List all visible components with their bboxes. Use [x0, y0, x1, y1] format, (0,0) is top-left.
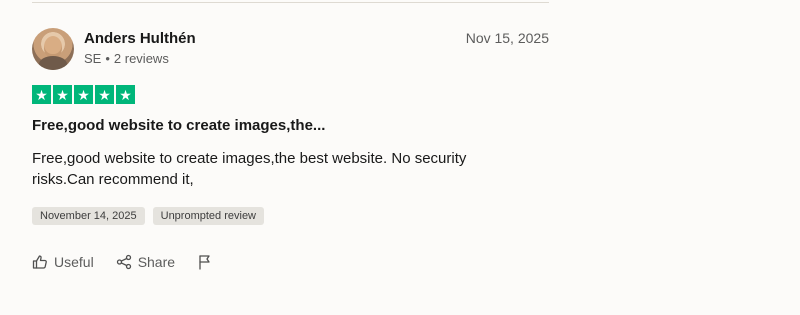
star-icon: ★ — [74, 85, 93, 104]
report-button[interactable] — [197, 254, 213, 270]
review-body: Free,good website to create images,the b… — [32, 150, 467, 188]
reviewer-meta-separator: • — [105, 50, 110, 66]
share-label[interactable]: Share — [138, 253, 175, 271]
review-title[interactable]: Free,good website to create images,the..… — [32, 116, 549, 136]
share-button[interactable]: Share — [116, 253, 175, 271]
rating-stars: ★ ★ ★ ★ ★ — [32, 85, 549, 104]
reviewer-avatar[interactable] — [32, 28, 74, 70]
star-icon: ★ — [95, 85, 114, 104]
share-icon — [116, 254, 132, 270]
review-actions: Useful Share — [32, 253, 549, 271]
reviewer-text: Anders Hulthén SE • 2 reviews — [84, 29, 196, 68]
reviewer-meta: SE • 2 reviews — [84, 50, 196, 68]
top-divider — [32, 2, 549, 3]
star-icon: ★ — [116, 85, 135, 104]
useful-label[interactable]: Useful — [54, 253, 94, 271]
star-icon: ★ — [53, 85, 72, 104]
reviewer-name[interactable]: Anders Hulthén — [84, 29, 196, 49]
review-card: Anders Hulthén SE • 2 reviews Nov 15, 20… — [32, 28, 549, 271]
useful-button[interactable]: Useful — [32, 253, 94, 271]
review-type-badge: Unprompted review — [152, 207, 264, 225]
reviewer-country: SE — [84, 50, 102, 66]
reviewer-info[interactable]: Anders Hulthén SE • 2 reviews — [32, 28, 196, 70]
review-header: Anders Hulthén SE • 2 reviews Nov 15, 20… — [32, 28, 549, 70]
review-badges: November 14, 2025 Unprompted review — [32, 207, 549, 225]
flag-icon — [197, 254, 213, 270]
review-posted-date: Nov 15, 2025 — [465, 30, 549, 46]
thumbs-up-icon — [32, 254, 48, 270]
star-icon: ★ — [32, 85, 51, 104]
experience-date-badge: November 14, 2025 — [32, 207, 145, 225]
reviewer-review-count: 2 reviews — [113, 50, 169, 66]
